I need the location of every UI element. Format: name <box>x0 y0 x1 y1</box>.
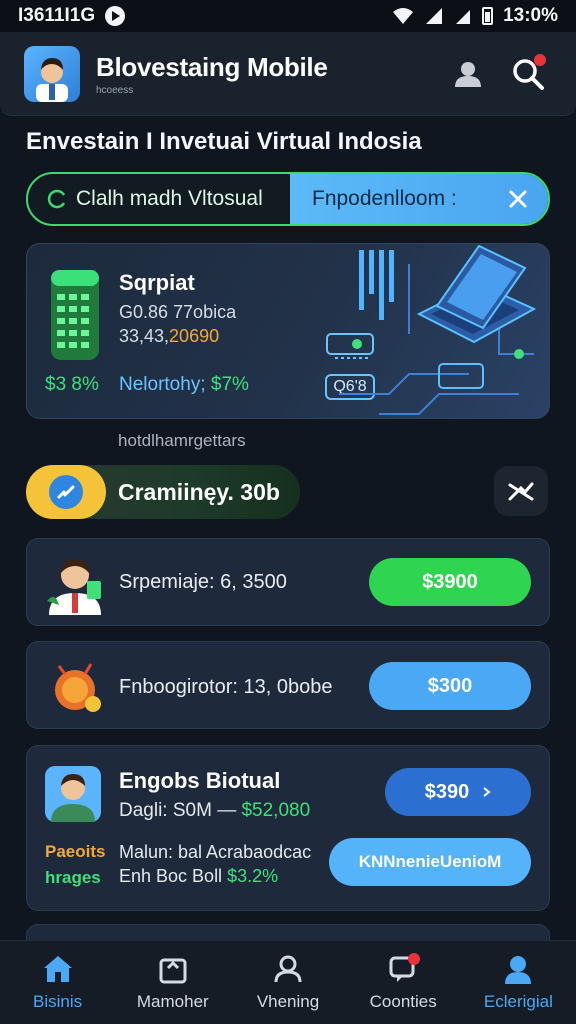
signal-icon <box>426 8 443 24</box>
promo-label: Cramiinęy. 30b <box>118 478 280 505</box>
hero-card[interactable]: Sqrpiat G0.86 77obica 3​3,43,20690 $3 8%… <box>26 243 550 419</box>
hero-label-green: $7% <box>210 374 249 395</box>
feature-detail-2-green: $3.2% <box>227 866 279 886</box>
toggle-right-label: Fnpodenlloom <box>312 187 446 210</box>
feature-subtitle-green: $52,080 <box>241 800 311 821</box>
page-title: Envestain I Invetuai Virtual Indosia <box>26 128 422 155</box>
wifi-icon <box>393 8 414 24</box>
tag-icon <box>326 333 374 359</box>
nav-label: Vhening <box>256 991 320 1011</box>
search-button[interactable] <box>504 50 552 98</box>
status-carrier: I3611I1G <box>18 5 96 26</box>
hero-line-2-main: 3​3,43, <box>119 326 170 346</box>
status-bar: I3611I1G 13:​0% <box>0 0 576 32</box>
link-icon <box>57 485 75 499</box>
app-title: Blovestaing Mobile <box>96 51 328 82</box>
chevron-right-icon <box>483 787 491 797</box>
feature-subtitle: Dagli: S0M — $52,080 <box>119 800 310 822</box>
toggle-option-right[interactable]: Fnpodenlloom : <box>290 174 548 224</box>
battery-icon <box>482 7 494 25</box>
nav-label: Mamoher <box>136 991 209 1011</box>
nav-item-mamoher[interactable]: Mamoher <box>115 941 230 1024</box>
promo-pill[interactable]: Cramiinęy. 30b <box>26 465 300 519</box>
coin-icon <box>55 663 101 712</box>
mode-toggle: Clalh madh Vltosual Fnpodenlloom : <box>26 172 550 226</box>
refresh-icon <box>47 189 66 209</box>
hero-line-2: 3​3,43,20690 <box>119 326 219 347</box>
swap-icon <box>508 482 534 501</box>
row-text: Srpemiaje: 6, 3500 <box>119 571 287 593</box>
toggle-option-left[interactable]: Clalh madh Vltosual <box>28 174 290 224</box>
status-left: I3611I1G <box>18 5 126 27</box>
feature-tag-1: Paeoits <box>45 842 106 861</box>
notification-dot <box>407 953 420 965</box>
feature-subtitle-main: Dagli: S0M — <box>119 800 242 821</box>
swap-button[interactable] <box>494 466 548 516</box>
toggle-left-label: Clalh madh Vltosual <box>76 187 263 210</box>
status-right: 13:​0% <box>392 5 558 27</box>
status-time: 13:​0% <box>503 5 558 26</box>
app-logo <box>24 45 80 102</box>
list-item[interactable]: Fnboogirotor: 13, 0bobe $300 <box>26 641 550 729</box>
app-header: Blovestaing Mobile ​hcoeess <box>0 32 576 116</box>
nav-label: Bisinis <box>33 991 83 1011</box>
hero-label-main: Nelortohy; <box>119 374 211 395</box>
inbox-icon <box>159 958 187 983</box>
home-icon <box>43 955 72 982</box>
feature-invest-button[interactable]: $390 <box>385 768 531 816</box>
promo-badge <box>26 465 106 519</box>
feature-detail-2: Enh Boc Boll $3.2% <box>119 866 278 887</box>
feature-tag-2: hrages <box>45 868 101 887</box>
signal-icon-2 <box>456 10 471 24</box>
investor-avatar-icon <box>47 559 101 615</box>
nav-label: Coonties <box>369 991 437 1011</box>
feature-card[interactable]: Engobs Biotual Dagli: S0M — $52,080 $390… <box>26 745 550 911</box>
nav-item-vhening[interactable]: Vhening <box>230 941 345 1024</box>
app-subtitle: ​hcoeess <box>96 84 134 96</box>
row-text: Fnboogirotor: 13, 0bobe <box>119 676 333 698</box>
profile-icon <box>274 955 302 982</box>
hero-percent: $3 8% <box>45 374 99 395</box>
list-item[interactable]: Srpemiaje: 6, 3500 $3900 <box>26 538 550 626</box>
bottom-nav: Bisinis Mamoher Vhening Coonties Eclerig… <box>0 940 576 1024</box>
close-icon[interactable] <box>508 189 528 209</box>
media-play-icon <box>105 6 126 26</box>
feature-title: Engobs Biotual <box>119 768 281 793</box>
feature-wide-button[interactable]: KNNnenieUenioM <box>329 838 531 886</box>
feature-detail-1: Malun: bal Acrabaodcac <box>119 842 312 862</box>
user-icon <box>505 955 532 984</box>
nav-item-coonties[interactable]: Coonties <box>346 941 461 1024</box>
hero-title: Sqrpiat <box>119 270 195 295</box>
profile-button[interactable] <box>444 50 492 98</box>
nav-item-eclerigial[interactable]: Eclerigial <box>461 941 576 1024</box>
avatar-logo-icon <box>36 57 68 102</box>
server-icon <box>51 270 99 360</box>
nav-label: Eclerigial <box>483 991 553 1011</box>
toggle-right-suffix: : <box>450 187 457 210</box>
feature-button-label: $390 <box>424 780 470 803</box>
invest-button[interactable]: $300 <box>369 662 531 710</box>
hero-line-2-accent: 20690 <box>169 326 220 346</box>
feature-detail-2-main: Enh Boc Boll <box>119 866 228 886</box>
investor-avatar-icon <box>45 766 101 822</box>
hero-label: Nelortohy; $7% <box>119 374 249 396</box>
hero-line-1: G0.86 77obica <box>119 302 237 322</box>
notification-dot <box>534 53 546 66</box>
invest-button[interactable]: $3900 <box>369 558 531 606</box>
nav-item-bisinis[interactable]: Bisinis <box>0 941 115 1024</box>
section-hint: hotdlhamrgettars <box>118 431 246 450</box>
person-icon <box>455 61 481 87</box>
